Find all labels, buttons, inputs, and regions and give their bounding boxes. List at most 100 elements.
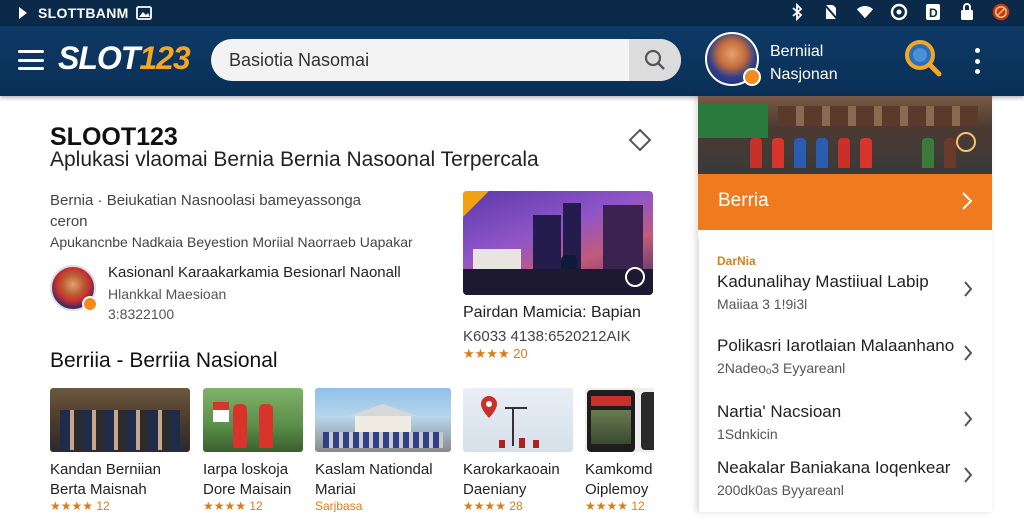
panel-banner[interactable]: Berria [698,174,992,230]
developer-row[interactable]: Kasionanl Karaakarkamia Besionarl Naonal… [50,264,450,322]
panel-list: DarNia Kadunalihay Mastiiual Labip Maiia… [698,238,992,512]
sync-icon [890,3,908,21]
card-subtitle: Mariai [315,481,356,498]
logo-number: 123 [139,40,190,76]
chevron-right-icon [964,411,973,427]
panel-list-item[interactable]: Nartia' Nacsioan 1Sdnkicin [699,402,993,464]
chevron-right-icon [964,467,973,483]
card-title: Kandan Berniian [50,461,161,478]
featured-image[interactable] [463,191,653,295]
card-rating: ★★★★ 12 [50,499,110,512]
lock-icon [958,3,976,21]
card-item[interactable]: Kandan Berniian Berta Maisnah ★★★★ 12 [50,388,190,512]
panel-list-item[interactable]: Polikasri Iarotlaian Malaanhano 2Nadeoₒ3… [699,336,993,398]
status-app-name: SLOTTBANM [38,5,129,21]
profile-name-line2: Nasjonan [770,66,838,83]
chevron-right-icon [962,192,973,210]
notification-badge-icon [992,3,1010,21]
card-thumbnail [203,388,303,452]
description-line-1: Bernia · Beiukatian Nasnoolasi bameyasso… [50,192,362,209]
developer-name: Kasionanl Karaakarkamia Besionarl Naonal… [108,264,401,281]
item-subtitle: 200dk0as Byyareanl [717,482,844,498]
item-title: Kadunalihay Mastiiual Labip [717,272,929,291]
bluetooth-icon [788,3,806,21]
avatar-badge-icon [743,68,761,86]
card-rating: ★★★★ 12 [585,499,645,512]
panel-hero-image[interactable] [698,96,992,174]
featured-title: Pairdan Mamicia: Bapian [463,304,641,321]
card-title: Kamkomd [585,461,653,478]
card-thumbnail [50,388,190,452]
more-options-icon[interactable] [966,48,988,74]
profile-avatar[interactable] [705,32,761,86]
card-item[interactable]: Karokarkaoain Daeniany ★★★★ 28 [463,388,573,512]
app-store-icon [14,4,32,22]
image-icon [135,4,153,22]
item-title: Polikasri Iarotlaian Malaanhano [717,336,955,355]
card-item[interactable]: Iarpa loskoja Dore Maisain ★★★★ 12 [203,388,303,512]
profile-name-line1: Berniial [770,43,824,60]
search-input[interactable] [211,39,629,81]
svg-text:D: D [929,6,938,20]
play-badge-icon [956,132,976,152]
status-bar: SLOTTBANM D [0,0,1024,26]
d-badge-icon: D [924,3,942,21]
app-subtitle: Aplukasi ​vlaomai Bernia Bernia Nasoonal… [50,148,539,171]
chevron-right-icon [964,345,973,361]
card-rating: Sarjbasa [315,499,363,512]
card-rating: ★★★★ 28 [463,499,523,512]
chevron-right-icon [964,281,973,297]
verified-badge-icon [82,296,98,312]
wifi-icon [856,3,874,21]
card-subtitle: Oiplemoy [585,481,649,498]
description-line-2: ceron [50,213,88,230]
magnifier-icon[interactable] [903,38,943,78]
featured-meta: K6033 4138:6520212AIK [463,328,631,345]
item-subtitle: 2Nadeoₒ3 Eyyareanl [717,360,846,376]
play-badge-icon [625,267,645,287]
item-title: Nartia' Nacsioan [717,402,842,421]
app-bar: SLOT123 Berniial Nasjonan [0,26,1024,96]
panel-banner-label: Berria [718,190,769,211]
panel-list-item[interactable]: Neakalar Baniakana Ioqenkear 200dk0as By… [699,458,993,520]
card-carousel: Kandan Berniian Berta Maisnah ★★★★ 12 Ia… [50,388,654,512]
profile-name[interactable]: Berniial Nasjonan [770,40,838,86]
card-title: Kaslam Nationdal [315,461,433,478]
featured-rating: ★★★★ 20 [463,346,528,361]
developer-avatar [50,265,98,312]
card-subtitle: Daeniany [463,481,527,498]
card-thumbnail [463,388,573,452]
featured-tag-icon [463,191,489,217]
no-sim-icon [822,3,840,21]
card-title: Iarpa loskoja [203,461,289,478]
logo-text: SLOT [58,40,140,76]
card-item[interactable]: Kaslam Nationdal Mariai Sarjbasa [315,388,451,512]
search-button[interactable] [629,39,681,81]
description-line-3: Apukancnbe Nadkaia Beyestion Moriial Nao… [50,234,413,250]
section-title: Berriia - Berriia Nasional [50,349,278,372]
search-bar [211,39,681,81]
side-panel: Berria DarNia Kadunalihay Mastiiual Labi… [698,96,992,512]
menu-icon[interactable] [18,50,44,70]
developer-meta-line1: Hlankkal Maesioan [108,286,227,302]
developer-meta: Hlankkal Maesioan 3:8322100 [108,284,226,324]
search-icon [644,49,665,70]
app-logo[interactable]: SLOT123 [58,40,191,77]
item-subtitle: 1Sdnkicin [717,426,778,442]
developer-meta-line2: 3:8322100 [108,306,175,322]
app-description: Bernia · Beiukatian Nasnoolasi bameyasso… [50,190,450,253]
map-pin-icon [481,396,539,448]
main-content: SLOOT123 Aplukasi ​vlaomai Bernia Bernia… [0,96,696,512]
card-rating: ★★★★ 12 [203,499,263,512]
card-subtitle: Dore Maisain [203,481,292,498]
panel-list-item[interactable]: Kadunalihay Mastiiual Labip Maiiaa 3 1!9… [699,272,993,334]
card-title: Karokarkaoain [463,461,560,478]
panel-list-tag: DarNia [717,254,756,268]
card-subtitle: Berta Maisnah [50,481,147,498]
card-thumbnail [585,388,654,452]
card-item[interactable]: Kamkomd Oiplemoy ★★★★ 12 [585,388,654,512]
item-title: Neakalar Baniakana Ioqenkear [717,458,951,477]
diamond-icon[interactable] [628,128,652,152]
card-thumbnail [315,388,451,452]
item-subtitle: Maiiaa 3 1!9i3l [717,296,808,312]
